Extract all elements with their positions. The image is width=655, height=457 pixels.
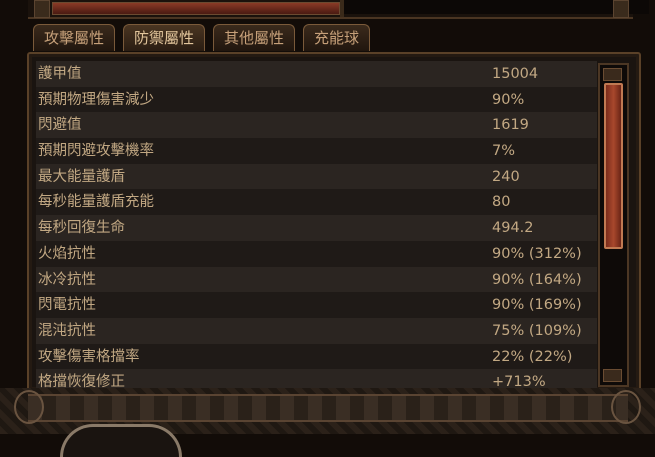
defense-stats-panel: 護甲值 15004 預期物理傷害減少 90% 閃避值 1619 預期閃避攻擊機率 7% …	[27, 52, 641, 392]
stat-row-life-regen: 每秒回復生命 494.2	[36, 215, 597, 241]
stat-label: 最大能量護盾	[38, 168, 125, 185]
experience-bar-fill	[52, 2, 340, 15]
stat-label: 冰冷抗性	[38, 271, 96, 288]
stat-label: 閃電抗性	[38, 297, 96, 314]
stat-value: 15004	[492, 66, 539, 82]
stat-value: +713%	[492, 374, 546, 389]
frame-ornament-left-icon	[14, 390, 44, 424]
stat-value: 22% (22%)	[492, 348, 573, 365]
frame-dark-section	[344, 0, 649, 14]
experience-bar-frame	[28, 0, 649, 19]
stat-row-energy-shield: 最大能量護盾 240	[36, 163, 597, 190]
stat-value: 494.2	[492, 220, 534, 237]
stat-value: 1619	[492, 117, 529, 134]
stat-row-fire-res: 火焰抗性 90% (312%)	[36, 240, 597, 267]
stat-value: 80	[492, 194, 511, 211]
stat-label: 混沌抗性	[38, 322, 96, 339]
stats-scrollbar[interactable]	[598, 63, 629, 387]
stat-value: 240	[492, 168, 520, 185]
stat-value: 7%	[492, 143, 516, 160]
stat-row-phys-reduction: 預期物理傷害減少 90%	[36, 86, 597, 113]
stat-row-block-chance: 攻擊傷害格擋率 22% (22%)	[36, 343, 597, 370]
tab-defense[interactable]: 防禦屬性	[123, 24, 206, 51]
stat-row-lightning-res: 閃電抗性 90% (169%)	[36, 292, 597, 318]
tab-offense[interactable]: 攻擊屬性	[33, 24, 116, 51]
frame-ornament-right-icon	[611, 390, 641, 424]
stat-label: 格擋恢復修正	[38, 374, 125, 389]
tab-misc[interactable]: 其他屬性	[213, 24, 296, 51]
stat-label: 每秒能量護盾充能	[38, 194, 154, 211]
stat-label: 護甲值	[38, 66, 82, 82]
stat-row-evasion: 閃避值 1619	[36, 112, 597, 139]
scrollbar-thumb[interactable]	[604, 83, 623, 249]
stat-value: 75% (109%)	[492, 322, 582, 339]
scroll-down-arrow-icon[interactable]	[603, 369, 622, 382]
stat-row-armour: 護甲值 15004	[36, 61, 597, 87]
stat-row-es-recharge: 每秒能量護盾充能 80	[36, 189, 597, 216]
stat-label: 閃避值	[38, 117, 82, 134]
stats-tab-bar: 攻擊屬性 防禦屬性 其他屬性 充能球	[33, 24, 371, 52]
stat-label: 火焰抗性	[38, 245, 96, 262]
stat-row-evade-chance: 預期閃避攻擊機率 7%	[36, 138, 597, 164]
stat-row-cold-res: 冰冷抗性 90% (164%)	[36, 266, 597, 293]
frame-cap-left	[34, 0, 50, 18]
stat-label: 預期閃避攻擊機率	[38, 143, 154, 160]
stat-value: 90%	[492, 91, 525, 108]
stat-value: 90% (164%)	[492, 271, 582, 288]
stat-label: 每秒回復生命	[38, 220, 125, 237]
stat-label: 預期物理傷害減少	[38, 91, 154, 108]
ornate-bottom-frame	[0, 388, 655, 457]
tab-charges[interactable]: 充能球	[303, 24, 371, 51]
stat-row-block-recovery: 格擋恢復修正 +713%	[36, 369, 597, 389]
stat-value: 90% (169%)	[492, 297, 582, 314]
stats-list[interactable]: 護甲值 15004 預期物理傷害減少 90% 閃避值 1619 預期閃避攻擊機率 7% …	[36, 61, 597, 389]
globe-frame-edge	[60, 424, 182, 457]
stat-row-chaos-res: 混沌抗性 75% (109%)	[36, 317, 597, 344]
frame-cap-right	[613, 0, 629, 18]
frame-decorative-band	[28, 394, 628, 422]
stat-value: 90% (312%)	[492, 245, 582, 262]
stat-label: 攻擊傷害格擋率	[38, 348, 140, 365]
scroll-up-arrow-icon[interactable]	[603, 68, 622, 81]
